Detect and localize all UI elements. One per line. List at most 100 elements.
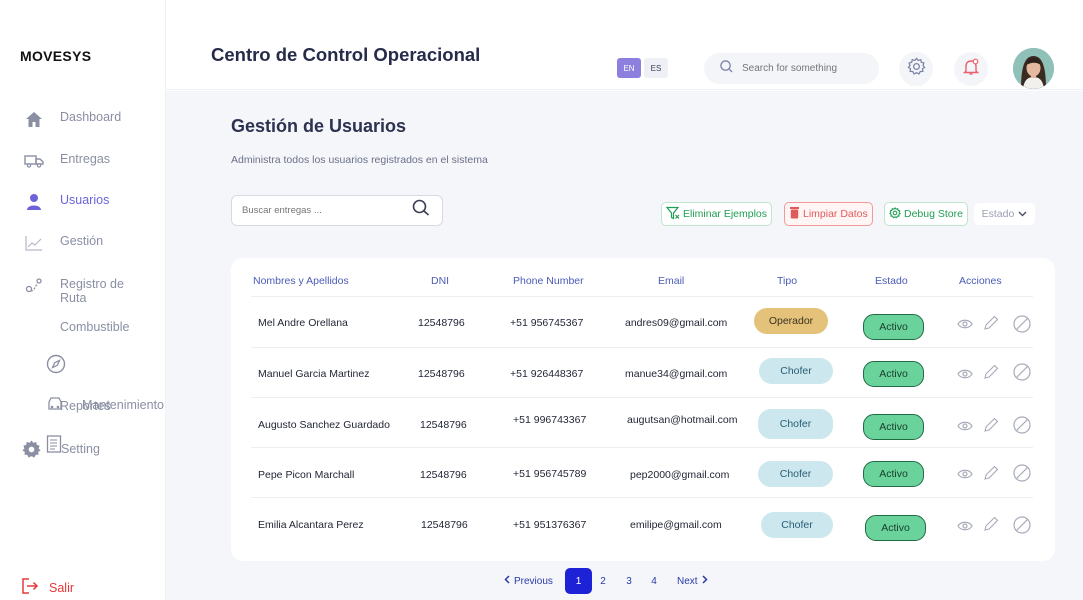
gear-icon <box>889 206 901 222</box>
column-header-acciones: Acciones <box>959 275 1002 287</box>
block-icon[interactable] <box>1013 464 1031 482</box>
table-row: Mel Andre Orellana 12548796 +51 95674536… <box>231 298 1055 348</box>
notifications-button[interactable] <box>954 52 988 86</box>
top-header: Centro de Control Operacional EN ES <box>166 0 1083 90</box>
edit-icon[interactable] <box>982 363 1000 381</box>
sidebar: MOVESYS Dashboard Entregas Usuarios Gest… <box>0 0 166 600</box>
column-header-phone: Phone Number <box>513 275 584 287</box>
trash-icon <box>789 206 800 222</box>
eye-icon[interactable] <box>956 465 974 483</box>
settings-button[interactable] <box>899 52 933 86</box>
column-header-name: Nombres y Apellidos <box>253 275 349 287</box>
page-title: Centro de Control Operacional <box>211 44 481 65</box>
section-subtitle: Administra todos los usuarios registrado… <box>231 154 488 166</box>
chevron-down-icon <box>1018 208 1027 220</box>
section-title: Gestión de Usuarios <box>231 116 407 136</box>
cell-name: Augusto Sanchez Guardado <box>258 419 390 431</box>
eliminar-ejemplos-button[interactable]: Eliminar Ejemplos <box>661 202 773 226</box>
cell-name: Manuel Garcia Martinez <box>258 368 370 380</box>
cell-dni: 12548796 <box>421 519 468 531</box>
cell-name: Pepe Picon Marchall <box>258 469 355 481</box>
edit-icon[interactable] <box>982 416 1000 434</box>
cell-phone: +51 951376367 <box>513 519 587 531</box>
edit-icon[interactable] <box>982 464 1000 482</box>
cell-phone: +51 956745789 <box>513 468 587 480</box>
previous-label: Previous <box>514 575 553 587</box>
top-search[interactable] <box>704 53 879 84</box>
sidebar-item-usuarios[interactable]: Usuarios <box>0 191 166 221</box>
eye-icon[interactable] <box>956 365 974 383</box>
home-icon <box>24 109 44 129</box>
cell-phone: +51 956745367 <box>510 317 584 329</box>
cell-email: augutsan@hotmail.com <box>627 414 738 426</box>
tipo-badge: Chofer <box>759 358 833 384</box>
logout-label: Salir <box>49 580 75 595</box>
users-search-input[interactable] <box>242 205 392 216</box>
cell-phone: +51 926448367 <box>510 368 584 380</box>
eye-icon[interactable] <box>956 315 974 333</box>
column-header-email: Email <box>658 275 685 287</box>
search-icon[interactable] <box>412 199 430 222</box>
sidebar-item-entregas[interactable]: Entregas <box>0 150 166 180</box>
truck-icon <box>24 151 44 171</box>
column-header-dni: DNI <box>431 275 450 287</box>
sidebar-item-gestion[interactable]: Gestión <box>0 232 166 262</box>
block-icon[interactable] <box>1013 416 1031 434</box>
avatar[interactable] <box>1013 48 1054 89</box>
sidebar-item-label: Entregas <box>60 152 111 166</box>
gear-icon[interactable] <box>22 440 42 460</box>
sidebar-item-combustible[interactable]: Combustible <box>60 320 129 334</box>
page-3-button[interactable]: 3 <box>624 568 634 594</box>
estado-badge: Activo <box>863 361 924 387</box>
users-search[interactable] <box>231 195 443 226</box>
eye-icon[interactable] <box>956 517 974 535</box>
chart-line-icon <box>24 233 44 253</box>
sidebar-item-label: Dashboard <box>60 110 122 124</box>
next-label: Next <box>677 575 698 587</box>
top-search-input[interactable] <box>742 63 862 74</box>
compass-icon[interactable] <box>46 354 66 374</box>
page-2-button[interactable]: 2 <box>598 568 608 594</box>
sidebar-item-mantenimiento[interactable]: Mantenimiento <box>82 398 164 412</box>
tipo-badge: Chofer <box>761 512 833 538</box>
lang-en-button[interactable]: EN <box>617 58 641 78</box>
main-content: Gestión de Usuarios Administra todos los… <box>166 91 1083 600</box>
limpiar-datos-button[interactable]: Limpiar Datos <box>784 202 873 226</box>
tipo-badge: Chofer <box>758 409 833 439</box>
filter-x-icon <box>665 206 680 223</box>
cell-phone: +51 996743367 <box>513 414 587 426</box>
estado-filter-select[interactable]: Estado <box>974 203 1035 225</box>
estado-badge: Activo <box>863 414 924 440</box>
page-1-button[interactable]: 1 <box>565 568 592 594</box>
edit-icon[interactable] <box>982 515 1000 533</box>
table-row: Pepe Picon Marchall 12548796 +51 9567457… <box>231 448 1055 498</box>
user-icon <box>24 192 44 212</box>
cell-name: Mel Andre Orellana <box>258 317 348 329</box>
estado-badge: Activo <box>865 515 926 541</box>
block-icon[interactable] <box>1013 363 1031 381</box>
estado-badge: Activo <box>863 314 924 340</box>
eye-icon[interactable] <box>956 417 974 435</box>
sidebar-item-registro-ruta[interactable]: Registro de Ruta <box>0 275 166 307</box>
sidebar-item-setting[interactable]: Setting <box>61 442 100 456</box>
previous-page-button[interactable]: Previous <box>504 568 553 594</box>
app-logo: MOVESYS <box>20 48 92 64</box>
sidebar-item-dashboard[interactable]: Dashboard <box>0 108 166 138</box>
bell-icon <box>962 58 980 81</box>
block-icon[interactable] <box>1013 315 1031 333</box>
search-icon <box>720 59 733 78</box>
lang-es-button[interactable]: ES <box>644 58 668 78</box>
limpiar-datos-label: Limpiar Datos <box>803 208 868 220</box>
sidebar-item-label: Registro de Ruta <box>60 277 124 305</box>
table-row: Augusto Sanchez Guardado 12548796 +51 99… <box>231 398 1055 448</box>
page-4-button[interactable]: 4 <box>649 568 659 594</box>
next-page-button[interactable]: Next <box>677 568 708 594</box>
logout-button[interactable]: Salir <box>22 578 74 597</box>
edit-icon[interactable] <box>982 314 1000 332</box>
gear-icon <box>907 57 926 81</box>
users-table: Nombres y Apellidos DNI Phone Number Ema… <box>231 258 1055 561</box>
block-icon[interactable] <box>1013 516 1031 534</box>
cell-dni: 12548796 <box>418 317 465 329</box>
debug-store-button[interactable]: Debug Store <box>884 202 968 226</box>
sidebar-item-label: Usuarios <box>60 193 110 207</box>
